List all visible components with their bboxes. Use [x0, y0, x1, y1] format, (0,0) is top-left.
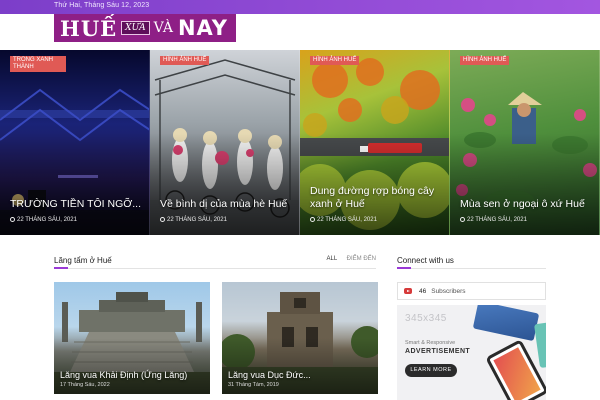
slide-date: 22 THÁNG SÁU, 2021: [10, 217, 77, 223]
logo-text-nay: NAY: [177, 16, 228, 40]
logo-text-hue: HUẾ: [60, 15, 118, 41]
top-bar: Thứ Hai, Tháng Sáu 12, 2023: [0, 0, 600, 14]
card-date: 17 Tháng Sáu, 2022: [60, 382, 110, 388]
logo-text-va: VÀ: [153, 20, 173, 36]
advertisement-banner[interactable]: 345x345 Smart & Responsive ADVERTISEMENT…: [397, 305, 546, 400]
youtube-icon: [404, 288, 412, 294]
site-logo[interactable]: HUẾ XƯA VÀ NAY: [54, 14, 236, 42]
slide-category[interactable]: HÌNH ẢNH HUẾ: [460, 56, 510, 65]
section-tabs: ALL ĐIỂM ĐẾN: [319, 256, 376, 262]
clock-icon: [160, 217, 165, 222]
slide-title[interactable]: TRƯỜNG TIỀN TÔI NGỠ...: [10, 198, 141, 211]
subscriber-count: 46: [419, 287, 427, 295]
section-title: Lăng tẩm ở Huế: [54, 256, 112, 265]
ad-subtitle: Smart & Responsive: [405, 340, 456, 346]
device-illustration: [472, 305, 540, 342]
slide-title[interactable]: Mùa sen ở ngoại ô xứ Huế: [460, 198, 591, 211]
slide-title[interactable]: Về bình dị của mùa hè Huế: [160, 198, 291, 211]
device-illustration: [534, 321, 546, 369]
clock-icon: [460, 217, 465, 222]
current-date: Thứ Hai, Tháng Sáu 12, 2023: [54, 2, 150, 9]
ad-heading: ADVERTISEMENT: [405, 348, 471, 355]
card-title[interactable]: Lăng vua Khải Định (Ứng Lăng): [60, 370, 187, 380]
featured-slider: TRONG XANH THÀNH TRƯỜNG TIỀN TÔI NGỠ... …: [0, 50, 600, 235]
post-card[interactable]: Lăng vua Khải Định (Ứng Lăng) 17 Tháng S…: [54, 282, 210, 394]
featured-slide[interactable]: HÌNH ẢNH HUẾ Mùa sen ở ngoại ô xứ Huế 22…: [450, 50, 600, 235]
learn-more-button[interactable]: LEARN MORE: [405, 364, 457, 377]
slide-category[interactable]: HÌNH ẢNH HUẾ: [310, 56, 360, 65]
slide-category[interactable]: HÌNH ẢNH HUẾ: [160, 56, 210, 65]
post-card[interactable]: Lăng vua Dục Đức... 31 Tháng Tám, 2019: [222, 282, 378, 394]
slide-date: 22 THÁNG SÁU, 2021: [310, 217, 377, 223]
ad-size: 345x345: [405, 313, 447, 324]
clock-icon: [10, 217, 15, 222]
logo-text-xua: XƯA: [121, 21, 150, 35]
connect-title: Connect with us: [397, 256, 454, 265]
slide-date: 22 THÁNG SÁU, 2021: [160, 217, 227, 223]
section-divider: [54, 267, 376, 269]
tab-all[interactable]: ALL: [327, 256, 337, 262]
tab-diem-den[interactable]: ĐIỂM ĐẾN: [347, 256, 376, 262]
card-title[interactable]: Lăng vua Dục Đức...: [228, 370, 311, 380]
card-date: 31 Tháng Tám, 2019: [228, 382, 279, 388]
clock-icon: [310, 217, 315, 222]
connect-divider: [397, 267, 546, 269]
featured-slide[interactable]: TRONG XANH THÀNH TRƯỜNG TIỀN TÔI NGỠ... …: [0, 50, 150, 235]
featured-slide[interactable]: HÌNH ẢNH HUẾ Dung đường rợp bóng cây xan…: [300, 50, 450, 235]
slide-date: 22 THÁNG SÁU, 2021: [460, 217, 527, 223]
featured-slide[interactable]: HÌNH ẢNH HUẾ Về bình dị của mùa hè Huế 2…: [150, 50, 300, 235]
subscriber-label: Subscribers: [431, 287, 466, 295]
slide-title[interactable]: Dung đường rợp bóng cây xanh ở Huế: [310, 185, 441, 211]
youtube-subscribers[interactable]: 46 Subscribers: [397, 282, 546, 300]
slide-category[interactable]: TRONG XANH THÀNH: [10, 56, 66, 72]
